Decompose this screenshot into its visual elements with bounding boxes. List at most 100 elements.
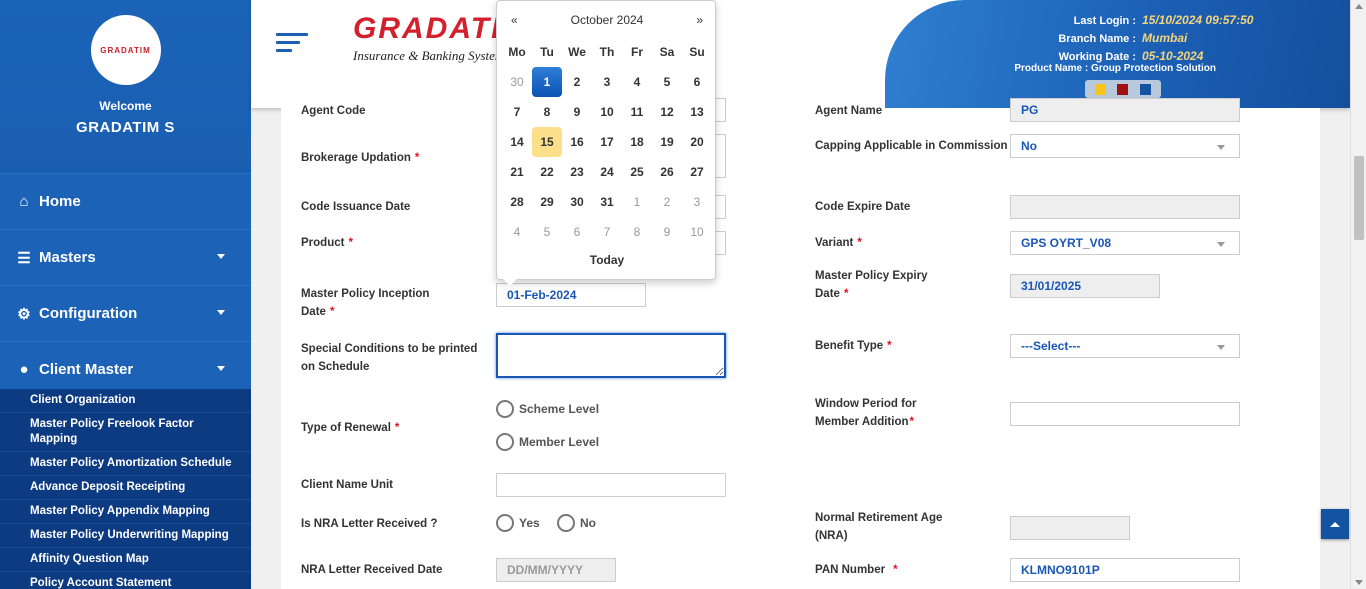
variant-select[interactable]: GPS OYRT_V08 [1010,231,1240,255]
top-header: GRADATIM Insurance & Banking System, Las… [251,0,1350,108]
calendar-month-title[interactable]: October 2024 [497,13,717,27]
member-level-radio[interactable]: Member Level [496,433,599,451]
submenu-freelook[interactable]: Master Policy Freelook Factor Mapping [0,413,251,452]
calendar-day[interactable]: 7 [502,97,532,127]
calendar-day[interactable]: 9 [562,97,592,127]
calendar-day[interactable]: 5 [652,67,682,97]
theme-yellow[interactable] [1094,83,1106,95]
submenu-client-organization[interactable]: Client Organization [0,389,251,413]
calendar-day[interactable]: 27 [682,157,712,187]
calendar-grid: Mo Tu We Th Fr Sa Su 30 1 2 3 4 5 6 7 8 9 10 11 12 13 14 15 16 1… [502,37,712,247]
pan-field[interactable]: KLMNO9101P [1010,558,1240,582]
nra-age-field[interactable] [1010,516,1130,540]
calendar-dow: Sa [659,45,675,59]
calendar-day[interactable]: 25 [622,157,652,187]
calendar-day[interactable]: 7 [592,217,622,247]
menu-home[interactable]: ⌂ Home [0,173,251,229]
calendar-day[interactable]: 8 [532,97,562,127]
nra-date-field[interactable]: DD/MM/YYYY [496,558,616,582]
scroll-up-arrow-icon[interactable] [1355,4,1363,9]
nra-no-radio[interactable]: No [557,514,596,532]
window-period-field[interactable] [1010,402,1240,426]
calendar-day[interactable]: 6 [682,67,712,97]
calendar-day[interactable]: 9 [652,217,682,247]
hamburger-menu-icon[interactable] [276,33,308,57]
calendar-day[interactable]: 6 [562,217,592,247]
calendar-day[interactable]: 8 [622,217,652,247]
benefit-type-select[interactable]: ---Select--- [1010,334,1240,358]
calendar-day[interactable]: 3 [592,67,622,97]
submenu-underwriting[interactable]: Master Policy Underwriting Mapping [0,524,251,548]
calendar-day[interactable]: 4 [502,217,532,247]
calendar-day[interactable]: 2 [652,187,682,217]
calendar-day[interactable]: 21 [502,157,532,187]
user-name: GRADATIM S [76,119,175,136]
special-conditions-textarea[interactable] [496,333,726,378]
capping-select[interactable]: No [1010,134,1240,158]
mp-inception-label: Master Policy Inception Date * [301,288,430,318]
scroll-top-button[interactable] [1321,509,1349,539]
submenu-amortization[interactable]: Master Policy Amortization Schedule [0,452,251,476]
nra-age-label: Normal Retirement Age (NRA) [815,512,943,542]
calendar-day[interactable]: 22 [532,157,562,187]
mp-inception-field[interactable]: 01-Feb-2024 [496,283,646,307]
calendar-day[interactable]: 10 [592,97,622,127]
header-info-panel: Last Login :15/10/2024 09:57:50 Branch N… [885,0,1350,108]
code-expire-label: Code Expire Date [815,201,911,213]
page-scrollbar[interactable] [1350,0,1366,589]
calendar-day[interactable]: 14 [502,127,532,157]
calendar-day[interactable]: 19 [652,127,682,157]
calendar-day[interactable]: 16 [562,127,592,157]
home-icon: ⌂ [19,193,29,210]
cogs-icon: ⚙ [17,305,31,323]
menu-configuration[interactable]: ⚙ Configuration [0,285,251,341]
calendar-day[interactable]: 11 [622,97,652,127]
calendar-day[interactable]: 17 [592,127,622,157]
theme-blue[interactable] [1140,83,1152,95]
submenu-affinity[interactable]: Affinity Question Map [0,548,251,572]
calendar-day[interactable]: 4 [622,67,652,97]
last-login: 15/10/2024 09:57:50 [1142,13,1254,27]
calendar-day[interactable]: 1 [532,67,562,97]
calendar-dow: Fr [631,45,643,59]
scroll-down-arrow-icon[interactable] [1355,580,1363,585]
code-expire-field[interactable] [1010,195,1240,219]
calendar-day[interactable]: 10 [682,217,712,247]
calendar-next-button[interactable]: » [696,13,703,27]
submenu-appendix[interactable]: Master Policy Appendix Mapping [0,500,251,524]
calendar-prev-button[interactable]: « [511,13,518,27]
calendar-day[interactable]: 13 [682,97,712,127]
mp-expiry-field[interactable]: 31/01/2025 [1010,274,1160,298]
calendar-day[interactable]: 1 [622,187,652,217]
scrollbar-thumb[interactable] [1354,156,1364,240]
calendar-day[interactable]: 5 [532,217,562,247]
agent-name-field[interactable]: PG [1010,98,1240,122]
calendar-day[interactable]: 12 [652,97,682,127]
scheme-level-radio[interactable]: Scheme Level [496,400,599,418]
window-period-label: Window Period for Member Addition* [815,398,917,428]
mp-expiry-label: Master Policy Expiry Date * [815,270,928,300]
theme-red[interactable] [1117,83,1129,95]
calendar-day[interactable]: 30 [562,187,592,217]
calendar-today-button[interactable]: Today [497,253,717,267]
calendar-day[interactable]: 2 [562,67,592,97]
nra-yes-radio[interactable]: Yes [496,514,540,532]
submenu-advance-deposit[interactable]: Advance Deposit Receipting [0,476,251,500]
calendar-day[interactable]: 30 [502,67,532,97]
calendar-day[interactable]: 20 [682,127,712,157]
menu-masters[interactable]: ☰ Masters [0,229,251,285]
calendar-day[interactable]: 23 [562,157,592,187]
calendar-dow: Mo [508,45,526,59]
calendar-day[interactable]: 29 [532,187,562,217]
theme-switcher [1085,80,1161,98]
calendar-day[interactable]: 15 [532,127,562,157]
client-unit-field[interactable] [496,473,726,497]
calendar-day[interactable]: 3 [682,187,712,217]
calendar-day[interactable]: 28 [502,187,532,217]
date-picker-popup: October 2024 « » Mo Tu We Th Fr Sa Su 30 1 2 3 4 5 6 7… [496,0,717,286]
calendar-day[interactable]: 31 [592,187,622,217]
calendar-day[interactable]: 26 [652,157,682,187]
calendar-day[interactable]: 24 [592,157,622,187]
submenu-account-statement[interactable]: Policy Account Statement [0,572,251,589]
calendar-day[interactable]: 18 [622,127,652,157]
